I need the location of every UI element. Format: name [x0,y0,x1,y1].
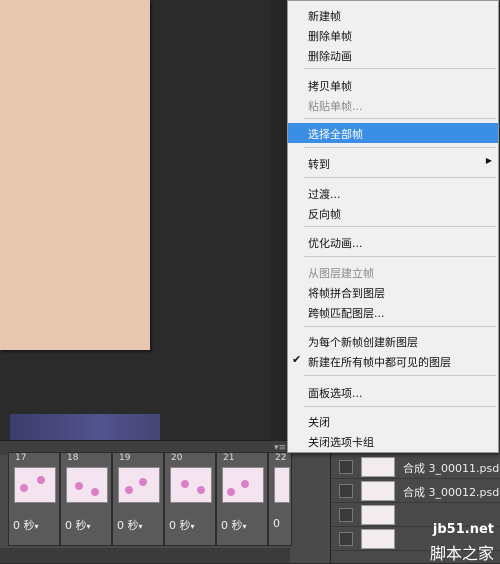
watermark-site: jb51.net [432,522,494,537]
frame-thumbnail [66,467,108,503]
layer-name: 合成 3_00011.psd [403,462,500,475]
frame-delay[interactable]: 0 秒▾ [13,517,39,533]
menu-item-match-layer-across-frames[interactable]: 跨帧匹配图层... [288,302,498,322]
frame-delay[interactable]: 0 [273,517,280,530]
menu-item-go-to[interactable]: 转到 ▶ [288,153,498,173]
frame-delay[interactable]: 0 秒▾ [221,517,247,533]
menu-separator [304,226,496,227]
menu-item-new-frame[interactable]: 新建帧 [288,5,498,25]
layer-row[interactable]: 合成 3_00012.psd [331,479,500,503]
frame-number: 19 [119,453,131,463]
menu-item-reverse-frames[interactable]: 反向帧 [288,203,498,223]
frame-22[interactable]: 22 0 [268,452,292,546]
chevron-down-icon: ▾ [86,522,91,531]
frame-number: 18 [67,453,79,463]
frame-18[interactable]: 18 0 秒▾ [60,452,112,546]
document-image [0,0,150,350]
watermark-name: 脚本之家 [429,544,494,563]
frame-number: 22 [275,453,287,463]
chevron-down-icon: ▾ [138,522,143,531]
menu-item-close[interactable]: 关闭 [288,411,498,431]
layer-name: 合成 3_00012.psd [403,486,500,499]
layer-thumbnail [361,505,395,525]
menu-separator [304,326,496,327]
menu-separator [304,256,496,257]
frame-19[interactable]: 19 0 秒▾ [112,452,164,546]
menu-separator [304,406,496,407]
menu-separator [304,68,496,69]
timeline-context-menu: 新建帧 删除单帧 删除动画 拷贝单帧 粘贴单帧... 选择全部帧 转到 ▶ 过渡.… [287,0,499,453]
frame-17[interactable]: 17 0 秒▾ [8,452,60,546]
visibility-icon[interactable] [339,484,353,498]
menu-item-flatten-frames[interactable]: 将帧拼合到图层 [288,282,498,302]
frame-thumbnail [14,467,56,503]
watermark: jb51.net 脚本之家 [400,518,500,563]
menu-item-create-layer-each-frame[interactable]: 为每个新帧创建新图层 [288,331,498,351]
frame-delay[interactable]: 0 秒▾ [117,517,143,533]
frame-thumbnail [274,467,290,503]
visibility-icon[interactable] [339,508,353,522]
layer-thumbnail [361,529,395,549]
menu-item-make-frames-from-layers: 从图层建立帧 [308,267,374,280]
chevron-down-icon: ▾ [190,522,195,531]
frame-21[interactable]: 21 0 秒▾ [216,452,268,546]
visibility-icon[interactable] [339,532,353,546]
frame-20[interactable]: 20 0 秒▾ [164,452,216,546]
menu-item-tween[interactable]: 过渡... [288,183,498,203]
menu-item-delete-animation[interactable]: 删除动画 [288,45,498,65]
menu-item-new-layers-visible[interactable]: ✔ 新建在所有帧中都可见的图层 [288,351,498,371]
frame-number: 21 [223,453,235,463]
frame-thumbnail [222,467,264,503]
frame-thumbnail [118,467,160,503]
frame-delay[interactable]: 0 秒▾ [169,517,195,533]
timeline-footer [0,548,290,563]
menu-item-paste-frame: 粘贴单帧... [308,100,363,113]
menu-item-optimize-animation[interactable]: 优化动画... [288,232,498,252]
menu-separator [304,177,496,178]
menu-separator [304,118,496,119]
layer-thumbnail [361,457,395,477]
frame-strip: 17 0 秒▾ 18 0 秒▾ 19 0 秒▾ 20 0 秒▾ 21 0 秒▾ … [8,452,292,552]
document-canvas-area [0,0,288,440]
submenu-arrow-icon: ▶ [485,156,492,165]
canvas-scroll-strip[interactable] [270,0,288,440]
menu-item-panel-options[interactable]: 面板选项... [288,382,498,402]
layer-row[interactable]: 合成 3_00011.psd [331,455,500,479]
menu-separator [304,147,496,148]
frame-number: 17 [15,453,27,463]
layer-thumbnail [361,481,395,501]
menu-item-close-tab-group[interactable]: 关闭选项卡组 [288,431,498,451]
menu-separator [304,375,496,376]
visibility-icon[interactable] [339,460,353,474]
chevron-down-icon: ▾ [242,522,247,531]
frame-delay[interactable]: 0 秒▾ [65,517,91,533]
menu-item-select-all-frames[interactable]: 选择全部帧 [288,123,498,143]
menu-item-copy-frame[interactable]: 拷贝单帧 [288,75,498,95]
frame-thumbnail [170,467,212,503]
menu-item-delete-frame[interactable]: 删除单帧 [288,25,498,45]
chevron-down-icon: ▾ [34,522,39,531]
check-icon: ✔ [292,353,302,366]
frame-number: 20 [171,453,183,463]
